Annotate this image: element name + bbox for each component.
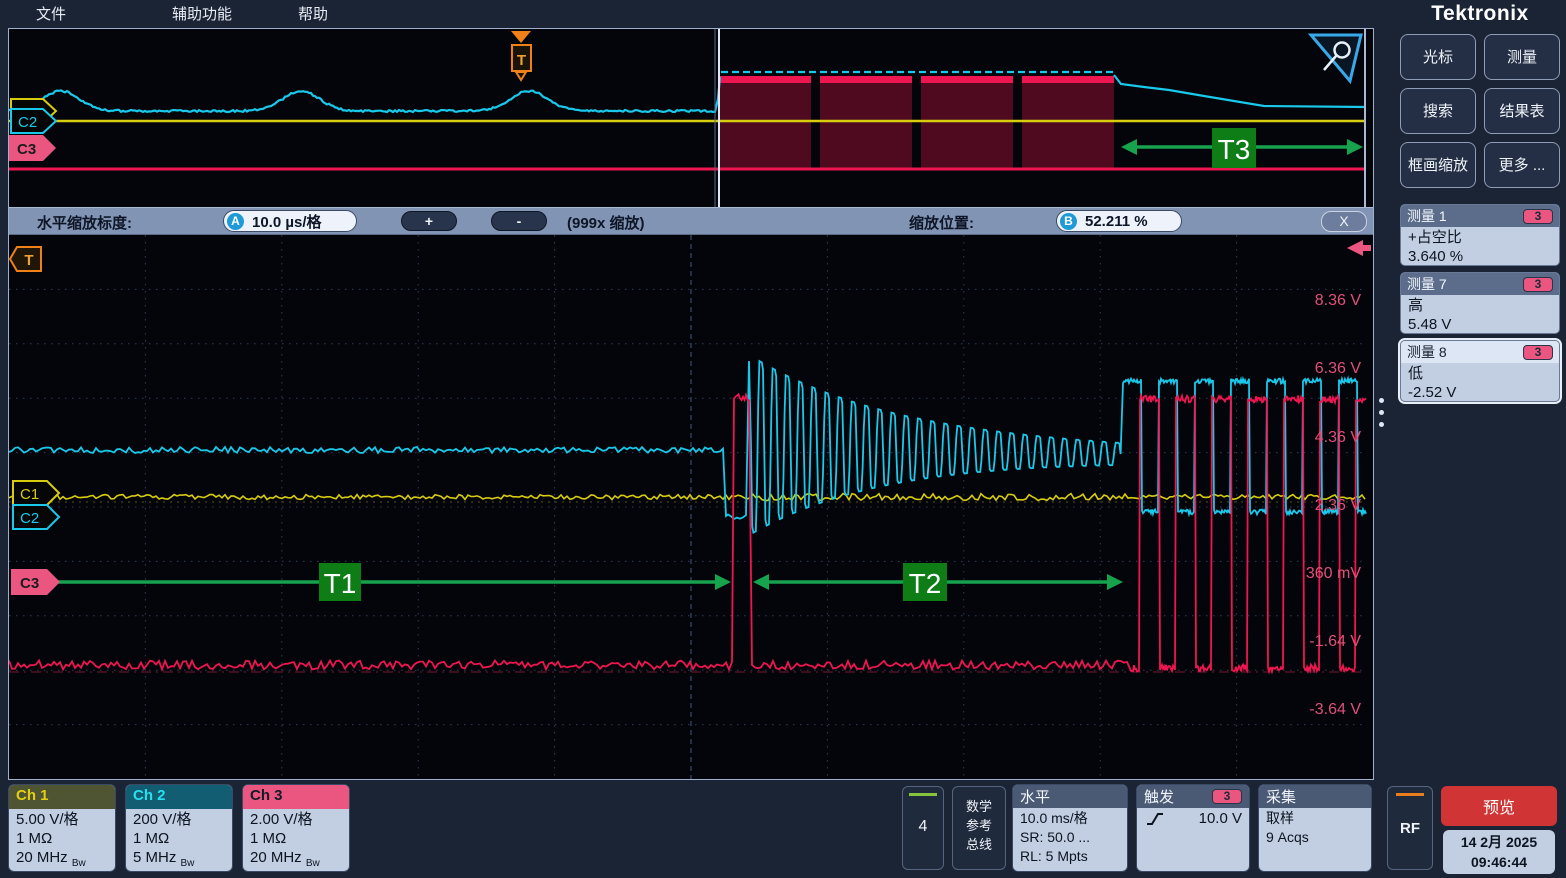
zoom-close-button[interactable]: X <box>1321 211 1367 232</box>
menu-file[interactable]: 文件 <box>36 3 66 24</box>
ch3-handle[interactable]: C3 <box>11 569 60 595</box>
knob-b-icon: B <box>1060 213 1077 230</box>
ch3-badge[interactable]: Ch 3 2.00 V/格1 MΩ 20 MHz Bw <box>242 784 350 872</box>
knob-a-icon: A <box>227 213 244 230</box>
ch3-trace <box>9 394 1366 671</box>
add-math-ref-bus-button[interactable]: 数学参考总线 <box>952 786 1006 870</box>
zoom-traces <box>9 361 1366 671</box>
trigger-badge[interactable]: 触发 3 10.0 V <box>1136 784 1250 872</box>
zoom-out-button[interactable]: - <box>491 211 547 231</box>
svg-text:C2: C2 <box>20 510 39 527</box>
graticule-grid <box>9 235 1366 779</box>
measurement-badge-1[interactable]: 测量 1 3 +占空比3.640 % <box>1400 204 1560 266</box>
ch2-overview-trace <box>9 77 720 112</box>
svg-text:C2: C2 <box>18 114 37 131</box>
zoom-magnifier-icon[interactable] <box>1311 35 1361 81</box>
ch4-color-line <box>909 793 937 796</box>
svg-text:360 mV: 360 mV <box>1306 565 1361 582</box>
horizontal-badge[interactable]: 水平 10.0 ms/格SR: 50.0 ...RL: 5 Mpts <box>1012 784 1128 872</box>
ch1-trace <box>9 494 1365 501</box>
panel-drag-handle[interactable] <box>1379 398 1385 430</box>
ch2-handle[interactable]: C2 <box>13 505 59 529</box>
overview-pane[interactable]: T3 T <box>9 29 1373 207</box>
zoom-scale-label: 水平缩放标度: <box>37 212 132 233</box>
preview-status-button[interactable]: 预览 <box>1441 786 1557 826</box>
ch1-badge[interactable]: Ch 1 5.00 V/格1 MΩ 20 MHz Bw <box>8 784 116 872</box>
rising-edge-icon <box>1144 810 1166 828</box>
overview-ch3-handle[interactable]: C3 <box>9 135 56 161</box>
trigger-level-arrow[interactable] <box>1347 240 1371 256</box>
cursors-button[interactable]: 光标 <box>1400 34 1476 80</box>
t2-label: T2 <box>909 568 942 599</box>
svg-text:-1.64 V: -1.64 V <box>1309 633 1361 650</box>
measurement-badge-7[interactable]: 测量 7 3 高5.48 V <box>1400 272 1560 334</box>
t1-label: T1 <box>324 568 357 599</box>
svg-text:C3: C3 <box>20 575 39 592</box>
trigger-position-marker[interactable]: T <box>511 31 531 80</box>
rf-color-line <box>1396 793 1424 796</box>
svg-text:6.36 V: 6.36 V <box>1315 360 1362 377</box>
svg-text:8.36 V: 8.36 V <box>1315 292 1362 309</box>
source-channel-badge: 3 <box>1523 277 1553 292</box>
oscilloscope-screen: 文件 辅助功能 帮助 T3 <box>0 0 1566 878</box>
acquisition-badge[interactable]: 采集 取样9 Acqs <box>1258 784 1372 872</box>
svg-text:C3: C3 <box>17 141 36 158</box>
measure-button[interactable]: 测量 <box>1484 34 1560 80</box>
svg-text:4.36 V: 4.36 V <box>1315 429 1362 446</box>
t2-annotation: T2 <box>753 563 1123 601</box>
zoom-position-control[interactable]: B 52.211 % <box>1056 210 1182 232</box>
menu-utility[interactable]: 辅助功能 <box>172 3 232 24</box>
svg-text:T: T <box>24 252 33 269</box>
search-button[interactable]: 搜索 <box>1400 88 1476 134</box>
ch4-badge[interactable]: 4 <box>902 786 944 870</box>
t3-annotation: T3 <box>1121 128 1363 168</box>
source-channel-badge: 3 <box>1523 209 1553 224</box>
waveform-display-frame: T3 T <box>8 28 1374 780</box>
measurement-badge-8[interactable]: 测量 8 3 低-2.52 V <box>1400 340 1560 402</box>
svg-text:2.36 V: 2.36 V <box>1315 497 1362 514</box>
vertical-scale-labels: 8.36 V 6.36 V 4.36 V 2.36 V 360 mV -1.64… <box>1306 292 1361 718</box>
t3-label: T3 <box>1218 134 1251 165</box>
zoom-factor-label: (999x 缩放) <box>567 212 645 233</box>
t1-annotation: T1 <box>33 563 731 601</box>
trigger-indicator-tag[interactable]: T <box>10 247 41 271</box>
trigger-t-label: T <box>517 52 526 69</box>
zoom-position-label: 缩放位置: <box>909 212 974 233</box>
zoom-graticule-pane[interactable]: T1 T2 T <box>9 235 1373 779</box>
overview-traces <box>9 72 1366 169</box>
svg-text:C1: C1 <box>20 486 39 503</box>
source-channel-badge: 3 <box>1523 345 1553 360</box>
horizontal-zoom-bar: 水平缩放标度: A 10.0 µs/格 + - (999x 缩放) 缩放位置: … <box>9 207 1373 235</box>
tektronix-logo: Tektronix <box>1398 2 1562 26</box>
datetime-badge[interactable]: 14 2月 202509:46:44 <box>1443 830 1555 874</box>
more-button[interactable]: 更多 ... <box>1484 142 1560 188</box>
svg-text:-3.64 V: -3.64 V <box>1309 701 1361 718</box>
trigger-source-badge: 3 <box>1212 789 1242 804</box>
ch2-badge[interactable]: Ch 2 200 V/格1 MΩ 5 MHz Bw <box>125 784 233 872</box>
menu-help[interactable]: 帮助 <box>298 3 328 24</box>
rf-badge[interactable]: RF <box>1387 786 1433 870</box>
box-zoom-button[interactable]: 框画缩放 <box>1400 142 1476 188</box>
results-table-button[interactable]: 结果表 <box>1484 88 1560 134</box>
zoom-in-button[interactable]: + <box>401 211 457 231</box>
zoom-scale-control[interactable]: A 10.0 µs/格 <box>223 210 357 232</box>
ch1-handle[interactable]: C1 <box>13 481 59 505</box>
